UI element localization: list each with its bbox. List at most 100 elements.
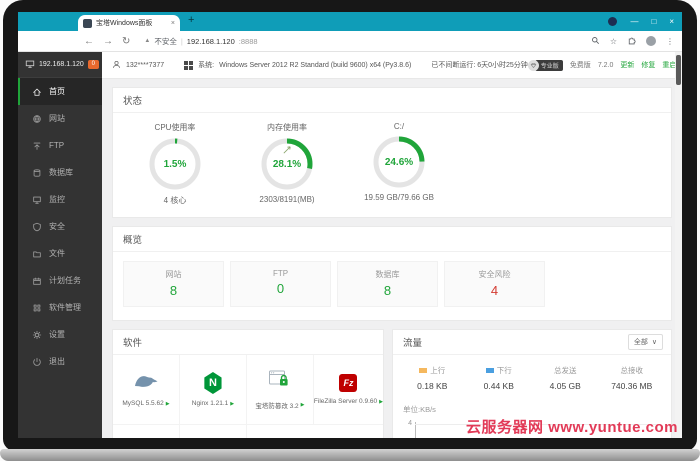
overview-stat-database[interactable]: 数据库 8 <box>337 261 438 307</box>
monitor-icon <box>32 195 42 205</box>
stat-value: 8 <box>383 283 392 298</box>
browser-tab[interactable]: 宝塔Windows面板 × <box>78 15 180 31</box>
software-item-filezilla[interactable]: Fz FileZilla Server 0.9.60 ▶ <box>313 355 383 425</box>
server-ip: 192.168.1.120 <box>39 61 84 68</box>
sidebar-item-soft[interactable]: 软件管理 <box>18 294 102 321</box>
new-tab-button[interactable]: + <box>188 14 194 26</box>
traffic-panel-title: 流量 <box>403 338 423 349</box>
status-panel-title: 状态 <box>113 88 671 113</box>
sidebar-item-monitor[interactable]: 监控 <box>18 186 102 213</box>
not-secure-warning-icon: ▲ <box>144 38 151 44</box>
traffic-stat-1: 下行 0.44 KB <box>466 365 533 391</box>
gauge-percent: 1.5% <box>163 158 187 170</box>
url-port: :8888 <box>238 36 258 46</box>
gauge-sub: 2303/8191(MB) <box>259 195 315 204</box>
software-panel-title: 软件 <box>113 330 383 355</box>
sidebar-item-label: 数据库 <box>49 168 73 177</box>
menu-dots-icon[interactable]: ⋮ <box>666 37 674 46</box>
stat-value: 0 <box>276 281 285 296</box>
status-panel: 状态 CPU使用率 1.5% 4 核心 内存使用率 28.1% 2303/819… <box>112 87 672 218</box>
forward-button[interactable]: → <box>103 36 113 47</box>
sidebar-server[interactable]: 192.168.1.120 0 <box>18 52 102 78</box>
reload-button[interactable]: ↻ <box>122 36 130 47</box>
software-panel: 软件 MySQL 5.5.62 ▶ N Nginx 1.21.1 ▶ 宝塔防篡改 3… <box>112 329 384 438</box>
gauge-0: CPU使用率 1.5% 4 核心 <box>119 122 231 206</box>
traffic-filter-dropdown[interactable]: 全部 ∨ <box>627 334 663 350</box>
software-item-mysql[interactable]: MySQL 5.5.62 ▶ <box>113 355 180 425</box>
sidebar-item-label: 监控 <box>49 195 65 204</box>
traffic-stat-label: 总发送 <box>554 366 577 375</box>
sidebar-item-label: 文件 <box>49 249 65 258</box>
software-item-tamper[interactable]: 宝塔防篡改 3.2 ▶ <box>246 355 314 425</box>
sidebar-item-settings[interactable]: 设置 <box>18 321 102 348</box>
windows-logo-icon <box>184 60 194 70</box>
gauge-label: CPU使用率 <box>154 123 196 132</box>
scrollbar-thumb[interactable] <box>676 55 681 85</box>
extensions-icon[interactable] <box>627 36 636 47</box>
panel-header: 132****7377 系统: Windows Server 2012 R2 S… <box>102 52 682 79</box>
overview-stat-ftp[interactable]: FTP 0 <box>230 261 331 307</box>
chart-unit-label: 单位:KB/s <box>403 405 436 414</box>
traffic-stat-label: 下行 <box>466 365 533 376</box>
folder-icon <box>32 249 42 259</box>
gauge-label: C:/ <box>393 122 405 131</box>
filezilla-icon: Fz <box>339 374 358 392</box>
software-name: FileZilla Server 0.9.60 ▶ <box>313 398 383 405</box>
sidebar-item-label: 软件管理 <box>49 303 81 312</box>
traffic-stat-value: 4.05 GB <box>549 381 581 391</box>
stat-label: 数据库 <box>375 270 400 279</box>
shield-icon <box>32 222 42 232</box>
overview-stat-sites[interactable]: 网站 8 <box>123 261 224 307</box>
sidebar-item-home[interactable]: 首页 <box>18 78 102 105</box>
version-number: 7.2.0 <box>597 61 614 69</box>
sidebar-item-cron[interactable]: 计划任务 <box>18 267 102 294</box>
software-name: 宝塔防篡改 3.2 ▶ <box>255 402 305 410</box>
system-value: Windows Server 2012 R2 Standard (build 9… <box>219 61 412 69</box>
gauge-1: 内存使用率 28.1% 2303/8191(MB) <box>231 122 343 206</box>
titlebar-profile-dot <box>608 17 618 26</box>
profile-avatar[interactable] <box>646 36 656 46</box>
sidebar-item-label: 首页 <box>49 87 65 96</box>
traffic-stat-value: 740.36 MB <box>611 381 653 391</box>
database-icon <box>32 168 42 178</box>
sidebar-item-files[interactable]: 文件 <box>18 240 102 267</box>
tab-close-icon[interactable]: × <box>171 20 175 27</box>
legend-swatch-icon <box>485 368 494 373</box>
system-label: 系统: <box>198 62 215 69</box>
main-area: 132****7377 系统: Windows Server 2012 R2 S… <box>102 52 682 438</box>
window-minimize-button[interactable]: — <box>630 17 638 26</box>
address-bar[interactable]: ▲ 不安全 | 192.168.1.120 :8888 <box>144 36 257 47</box>
sidebar-item-security[interactable]: 安全 <box>18 213 102 240</box>
bookmark-star-icon[interactable]: ☆ <box>610 37 617 46</box>
traffic-stat-value: 0.18 KB <box>417 381 448 391</box>
software-item-php1[interactable]: php <box>113 425 180 438</box>
browser-toolbar: ← → ↻ ▲ 不安全 | 192.168.1.120 :8888 ☆ ⋮ <box>18 31 682 52</box>
window-maximize-button[interactable]: □ <box>651 17 656 26</box>
header-link-1[interactable]: 修复 <box>641 62 655 69</box>
sidebar-item-database[interactable]: 数据库 <box>18 159 102 186</box>
gauge-2: C:/ 24.6% 19.59 GB/79.66 GB <box>343 122 455 206</box>
software-item-nginx[interactable]: N Nginx 1.21.1 ▶ <box>179 355 247 425</box>
software-item-php2[interactable]: php <box>180 425 247 438</box>
overview-stat-risk[interactable]: 安全风险 4 <box>444 261 545 307</box>
search-icon[interactable] <box>591 36 600 47</box>
sidebar-item-site[interactable]: 网站 <box>18 105 102 132</box>
sidebar-item-label: 退出 <box>49 357 65 366</box>
nginx-icon: N <box>203 372 223 394</box>
message-count-badge[interactable]: 0 <box>87 60 99 69</box>
diamond-icon <box>527 59 539 71</box>
back-button[interactable]: ← <box>84 36 94 47</box>
running-indicator-icon: ▶ <box>300 402 305 408</box>
overview-panel-title: 概览 <box>113 227 671 252</box>
sidebar-item-ftp[interactable]: FTP <box>18 132 102 159</box>
apps-icon <box>32 303 42 313</box>
globe-icon <box>32 114 42 124</box>
home-icon <box>32 87 42 97</box>
pro-version-badge[interactable]: 专业版 <box>527 59 563 71</box>
sidebar-item-logout[interactable]: 退出 <box>18 348 102 375</box>
user-id[interactable]: 132****7377 <box>126 62 164 69</box>
header-link-0[interactable]: 更新 <box>620 62 634 69</box>
scrollbar[interactable] <box>675 52 682 438</box>
gauge-sub: 19.59 GB/79.66 GB <box>364 193 434 202</box>
window-close-button[interactable]: × <box>669 17 674 26</box>
